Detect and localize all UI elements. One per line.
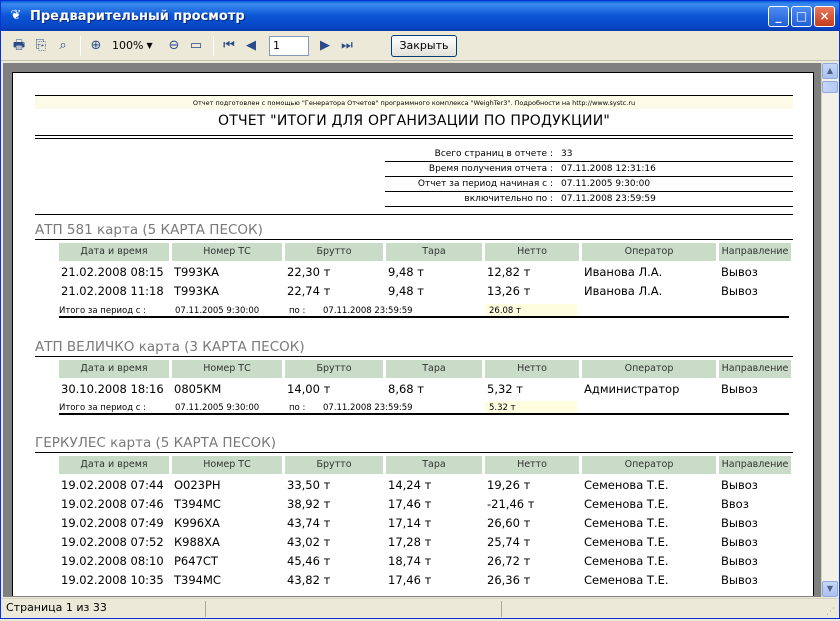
table-header: Дата и время Номер ТС Брутто Тара Нетто … [59,456,794,474]
table-header: Дата и время Номер ТС Брутто Тара Нетто … [59,243,794,261]
last-page-icon[interactable]: ⏭ [337,36,357,56]
table-row: 30.10.2008 18:16 0805КМ 14,00 т 8,68 т 5… [61,382,758,396]
chevron-down-icon: ▼ [146,40,153,50]
preview-viewport[interactable]: Отчет подготовлен с помощью "Генератора … [3,63,821,597]
page-view-icon[interactable]: ▭ [186,36,206,56]
group-title: ГЕРКУЛЕС карта (5 КАРТА ПЕСОК) [35,433,793,453]
app-icon: ❦ [10,8,22,23]
group-title: АТП ВЕЛИЧКО карта (3 КАРТА ПЕСОК) [35,337,793,357]
table-row: 21.02.2008 11:18 Т993КА 22,74 т 9,48 т 1… [61,284,758,298]
maximize-button[interactable]: □ [791,6,812,27]
toolbar: 🖶 ⎘ ⌕ ⊕ 100% ▼ ⊖ ▭ ⏮ ◀ 1 ▶ ⏭ Закрыть [1,31,839,61]
table-row: 19.02.2008 07:44 О023РН 33,50 т 14,24 т … [61,478,758,492]
table-row: 19.02.2008 10:35 Т394МС 43,82 т 17,46 т … [61,573,758,587]
report-credit: Отчет подготовлен с помощью "Генератора … [35,95,793,109]
table-row: 19.02.2008 07:52 К988ХА 43,02 т 17,28 т … [61,535,758,549]
group-total: Итого за период с : 07.11.2005 9:30:00 п… [59,304,789,318]
prev-page-icon[interactable]: ◀ [241,36,261,56]
preview-window: ❦ Предварительный просмотр _ □ × 🖶 ⎘ ⌕ ⊕… [0,0,840,619]
minimize-button[interactable]: _ [768,6,789,27]
table-row: 19.02.2008 08:10 Р647СТ 45,46 т 18,74 т … [61,554,758,568]
scroll-up-icon[interactable]: ▲ [822,63,838,79]
window-title: Предварительный просмотр [30,8,245,24]
scroll-down-icon[interactable]: ▼ [822,581,838,597]
table-header: Дата и время Номер ТС Брутто Тара Нетто … [59,360,794,378]
printer-icon[interactable]: 🖶 [9,36,29,56]
group-title: АТП 581 карта (5 КАРТА ПЕСОК) [35,220,793,240]
table-row: 19.02.2008 07:49 К996ХА 43,74 т 17,14 т … [61,516,758,530]
zoom-in-icon[interactable]: ⊕ [86,36,106,56]
status-text: Страница 1 из 33 [6,601,107,614]
page-number-input[interactable]: 1 [269,35,309,56]
close-button[interactable]: Закрыть [391,34,457,57]
close-window-button[interactable]: × [814,6,835,27]
table-row: 19.02.2008 07:46 Т394МС 38,92 т 17,46 т … [61,497,749,511]
group-total-sum: 5.32 т [485,401,577,413]
first-page-icon[interactable]: ⏮ [219,36,239,56]
report-title: ОТЧЕТ "ИТОГИ ДЛЯ ОРГАНИЗАЦИИ ПО ПРОДУКЦИ… [217,113,611,129]
group-total: Итого за период с : 07.11.2005 9:30:00 п… [59,401,789,415]
vertical-scrollbar[interactable]: ▲ ▼ [821,63,838,597]
status-bar: Страница 1 из 33 ⋰ [1,598,839,618]
meta-row: Всего страниц в отчете : 33 [385,147,793,162]
next-page-icon[interactable]: ▶ [315,36,335,56]
scroll-thumb[interactable] [822,81,838,93]
meta-row: включительно по : 07.11.2008 23:59:59 [385,192,793,207]
zoom-out-icon[interactable]: ⊖ [164,36,184,56]
meta-row: Время получения отчета : 07.11.2008 12:3… [385,162,793,177]
find-icon[interactable]: ⌕ [53,36,73,56]
resize-grip-icon[interactable]: ⋰ [826,603,835,621]
zoom-select[interactable]: 100% ▼ [112,36,160,56]
group-total-sum: 26.08 т [485,304,577,316]
title-bar[interactable]: ❦ Предварительный просмотр _ □ × [1,1,839,31]
report-page: Отчет подготовлен с помощью "Генератора … [12,72,814,596]
meta-row: Отчет за период начиная с : 07.11.2005 9… [385,177,793,192]
table-row: 21.02.2008 08:15 Т993КА 22,30 т 9,48 т 1… [61,265,758,279]
export-icon[interactable]: ⎘ [31,36,51,56]
